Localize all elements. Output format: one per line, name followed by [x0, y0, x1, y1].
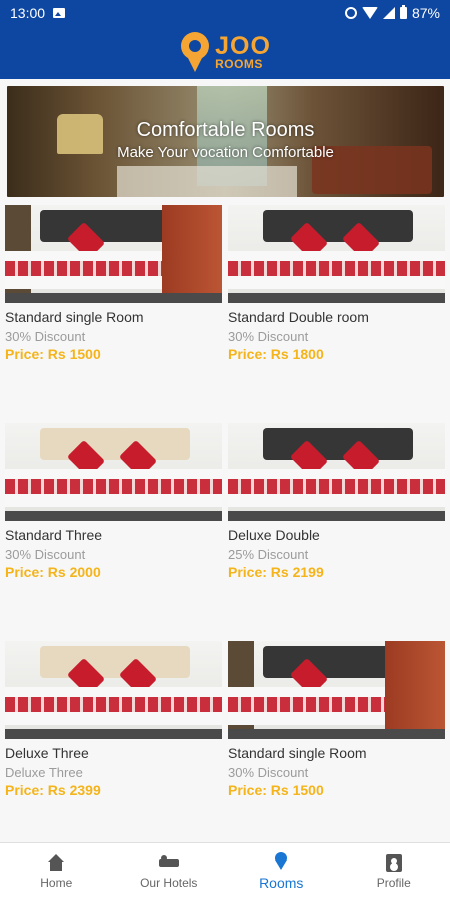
clock: 13:00 — [10, 4, 46, 21]
logo-main-text: JOO — [215, 32, 271, 60]
room-card[interactable]: Standard Three 30% Discount Price: Rs 20… — [5, 423, 222, 641]
room-title: Standard single Room — [5, 309, 144, 325]
battery-percentage: 87% — [411, 4, 440, 21]
room-card[interactable]: Standard single Room 30% Discount Price:… — [5, 205, 222, 423]
room-discount: 30% Discount — [5, 329, 86, 344]
status-right: 87% — [344, 4, 440, 21]
room-image[interactable] — [5, 423, 222, 521]
app-logo: JOO ROOMS — [215, 32, 271, 71]
profile-icon — [384, 853, 404, 873]
room-price: Price: Rs 1500 — [228, 782, 324, 798]
room-price: Price: Rs 1800 — [228, 346, 324, 362]
status-left: 13:00 — [10, 4, 66, 21]
location-icon — [271, 852, 291, 872]
banner-title: Comfortable Rooms — [136, 118, 315, 141]
room-image[interactable] — [228, 641, 445, 739]
nav-rooms-label: Rooms — [259, 875, 304, 891]
app-header: JOO ROOMS — [0, 25, 450, 79]
room-title: Deluxe Double — [228, 527, 320, 543]
gallery-icon — [53, 7, 66, 18]
wifi-icon — [361, 6, 378, 19]
room-price: Price: Rs 2000 — [5, 564, 101, 580]
hero-banner: Comfortable Rooms Make Your vocation Com… — [7, 86, 444, 197]
room-card[interactable]: Standard single Room 30% Discount Price:… — [228, 641, 445, 859]
bottom-navigation: Home Our Hotels Rooms Profile — [0, 842, 450, 900]
room-discount: 25% Discount — [228, 547, 309, 562]
room-image[interactable] — [228, 423, 445, 521]
home-icon — [46, 853, 66, 873]
room-discount: Deluxe Three — [5, 765, 83, 780]
status-bar: 13:00 87% — [0, 0, 450, 25]
room-card[interactable]: Deluxe Double 25% Discount Price: Rs 219… — [228, 423, 445, 641]
logo-sub-text: ROOMS — [215, 57, 263, 71]
room-price: Price: Rs 1500 — [5, 346, 101, 362]
nav-home[interactable]: Home — [0, 853, 112, 890]
nav-home-label: Home — [40, 876, 73, 890]
room-title: Deluxe Three — [5, 745, 89, 761]
room-discount: 30% Discount — [5, 547, 86, 562]
room-price: Price: Rs 2199 — [228, 564, 324, 580]
room-title: Standard single Room — [228, 745, 367, 761]
room-title: Standard Three — [5, 527, 103, 543]
nav-profile-label: Profile — [376, 876, 411, 890]
room-discount: 30% Discount — [228, 329, 309, 344]
room-grid: Standard single Room 30% Discount Price:… — [5, 205, 445, 859]
location-pin-logo-icon — [179, 30, 211, 74]
banner-subtitle: Make Your vocation Comfortable — [117, 143, 334, 161]
hotel-icon — [158, 853, 179, 873]
banner-text: Comfortable Rooms Make Your vocation Com… — [7, 86, 444, 197]
room-title: Standard Double room — [228, 309, 369, 325]
room-image[interactable] — [228, 205, 445, 303]
nav-our-hotels[interactable]: Our Hotels — [113, 853, 225, 890]
nav-profile[interactable]: Profile — [338, 853, 450, 890]
signal-icon — [382, 6, 395, 19]
room-image[interactable] — [5, 205, 222, 303]
room-card[interactable]: Standard Double room 30% Discount Price:… — [228, 205, 445, 423]
room-image[interactable] — [5, 641, 222, 739]
battery-icon — [399, 4, 407, 19]
room-price: Price: Rs 2399 — [5, 782, 101, 798]
nav-our-hotels-label: Our Hotels — [140, 876, 198, 890]
room-card[interactable]: Deluxe Three Deluxe Three Price: Rs 2399 — [5, 641, 222, 859]
room-discount: 30% Discount — [228, 765, 309, 780]
alarm-icon — [344, 6, 357, 19]
nav-rooms[interactable]: Rooms — [225, 852, 337, 891]
